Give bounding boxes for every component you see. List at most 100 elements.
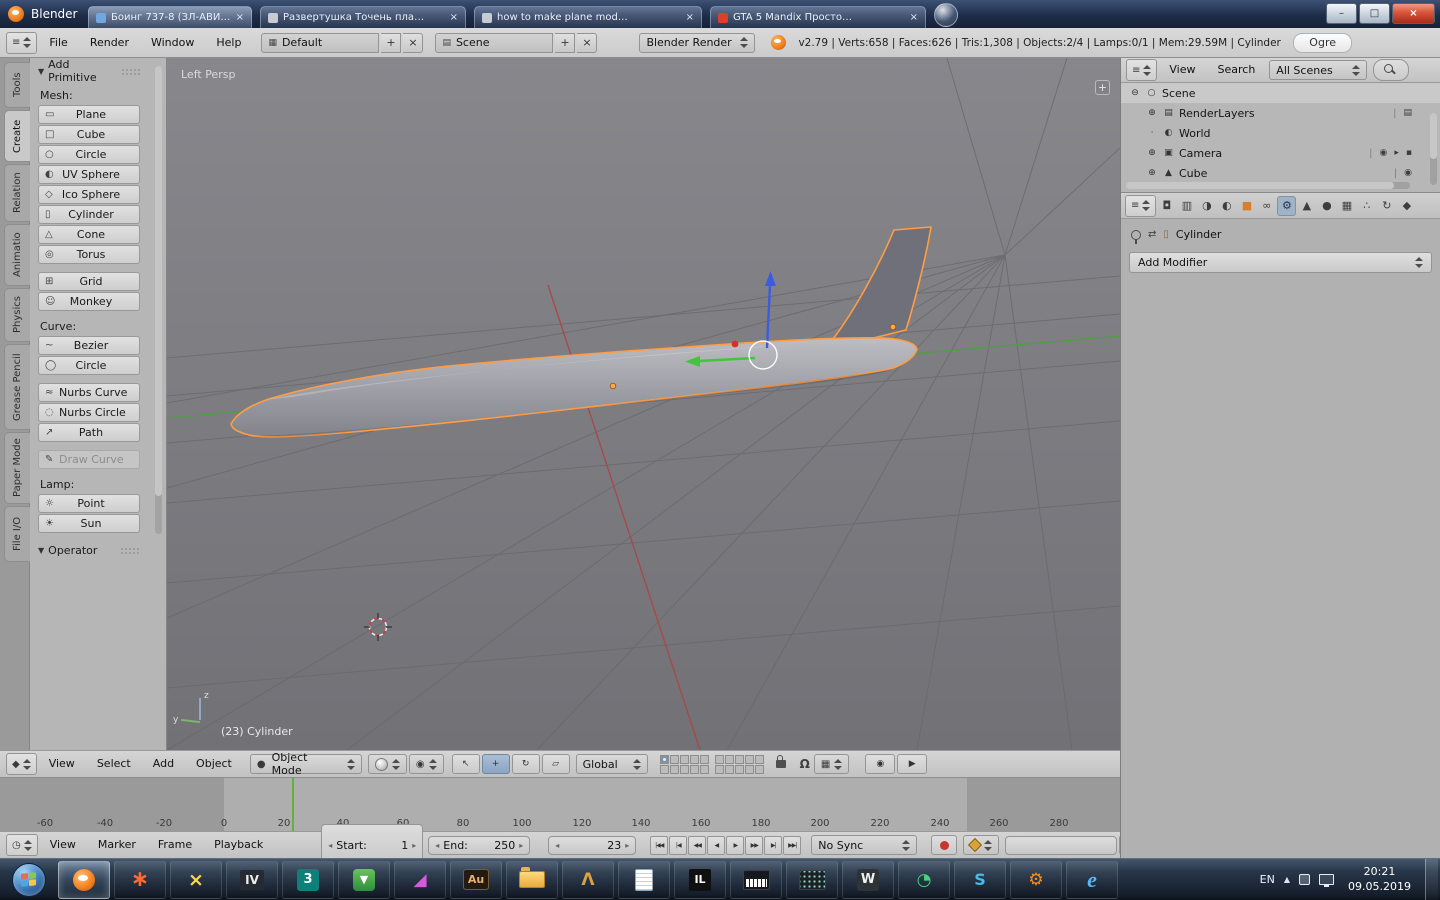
- add-path-button[interactable]: ↗ Path: [38, 423, 140, 442]
- viewport-shading-dropdown[interactable]: [367, 754, 407, 774]
- taskbar-midi-app[interactable]: [730, 860, 782, 899]
- jump-end-button[interactable]: ▶▶|: [783, 835, 802, 855]
- shelf-tab-paper-mode[interactable]: Paper Mode: [4, 432, 30, 504]
- layer-cell[interactable]: [744, 764, 754, 774]
- editor-type-button[interactable]: ≡: [1126, 59, 1158, 81]
- expand-icon[interactable]: ⊕: [1146, 148, 1158, 158]
- add-ico-sphere-button[interactable]: ◇ Ico Sphere: [38, 185, 140, 204]
- tab-particles[interactable]: ∴: [1357, 196, 1376, 216]
- expand-icon[interactable]: ⊕: [1146, 168, 1158, 178]
- taskbar-audition[interactable]: Au: [450, 860, 502, 899]
- shelf-tab-animation[interactable]: Animatio: [4, 224, 30, 286]
- delete-layout-button[interactable]: ×: [403, 32, 424, 53]
- taskbar-notepad[interactable]: [618, 860, 670, 899]
- scale-manipulator-button[interactable]: ▱: [541, 754, 570, 774]
- opengl-render-anim-button[interactable]: ▶: [897, 754, 928, 774]
- shelf-tab-relation[interactable]: Relation: [4, 164, 30, 222]
- add-cone-button[interactable]: △ Cone: [38, 225, 140, 244]
- add-grid-button[interactable]: ⊞ Grid: [38, 272, 140, 291]
- editor-type-button[interactable]: ◆: [6, 753, 37, 775]
- editor-type-button[interactable]: ≡: [1125, 194, 1157, 217]
- search-button[interactable]: [1373, 59, 1410, 81]
- browser-tab[interactable]: GTA 5 Mandix Просто… ×: [710, 6, 926, 28]
- menu-help[interactable]: Help: [206, 30, 251, 56]
- tab-modifiers[interactable]: ⚙: [1277, 195, 1297, 216]
- taskbar-s-app[interactable]: S: [954, 860, 1006, 899]
- sync-dropdown[interactable]: No Sync: [811, 835, 918, 855]
- rotate-manipulator-button[interactable]: ↻: [511, 754, 540, 774]
- add-nurbs-curve-button[interactable]: ≈ Nurbs Curve: [38, 383, 140, 402]
- maximize-button[interactable]: □: [1359, 3, 1390, 24]
- menu-playback[interactable]: Playback: [204, 832, 273, 858]
- add-layout-button[interactable]: +: [381, 32, 402, 53]
- mode-dropdown[interactable]: ● Object Mode: [249, 751, 362, 777]
- tab-render-layers[interactable]: ▥: [1177, 196, 1196, 216]
- menu-marker[interactable]: Marker: [88, 832, 146, 858]
- browser-tab[interactable]: Развертушка Точень пла… ×: [260, 6, 466, 28]
- display-mode-dropdown[interactable]: All Scenes: [1269, 60, 1368, 80]
- editor-type-button[interactable]: ≡: [6, 31, 38, 54]
- current-frame-field[interactable]: ◂ 23 ▸: [548, 835, 637, 855]
- tab-data[interactable]: ▲: [1297, 196, 1316, 216]
- titlebar-round-button[interactable]: [934, 3, 958, 27]
- tab-physics[interactable]: ↻: [1377, 196, 1396, 216]
- layer-cell[interactable]: [734, 764, 744, 774]
- menu-view[interactable]: View: [1159, 57, 1205, 83]
- tab-close-icon[interactable]: ×: [236, 12, 244, 23]
- outliner-row-scene[interactable]: ⊖ ○ Scene: [1121, 83, 1440, 103]
- taskbar-x-app[interactable]: ×: [170, 860, 222, 899]
- prev-frame-button[interactable]: ◀◀: [688, 835, 707, 855]
- render-engine-dropdown[interactable]: Blender Render: [639, 32, 756, 53]
- end-frame-field[interactable]: ◂ End: 250 ▸: [428, 835, 531, 855]
- renderable-icon[interactable]: ▪: [1406, 148, 1412, 158]
- minimize-button[interactable]: –: [1326, 3, 1357, 24]
- play-reverse-button[interactable]: ◀: [707, 835, 726, 855]
- 3d-cursor[interactable]: [364, 613, 392, 641]
- add-nurbs-circle-button[interactable]: ◌ Nurbs Circle: [38, 403, 140, 422]
- collapse-icon[interactable]: ⊖: [1129, 88, 1141, 98]
- opengl-render-button[interactable]: ◉: [865, 754, 896, 774]
- add-curve-circle-button[interactable]: ◯ Circle: [38, 356, 140, 375]
- tab-render[interactable]: ◘: [1157, 196, 1176, 216]
- layer-cell[interactable]: [734, 754, 744, 764]
- pin-icon[interactable]: [1131, 229, 1141, 244]
- show-desktop-button[interactable]: [1425, 858, 1438, 900]
- shelf-tab-tools[interactable]: Tools: [4, 62, 30, 108]
- layer-cell[interactable]: [714, 754, 724, 764]
- outliner-row-world[interactable]: · ◐ World: [1121, 123, 1440, 143]
- layer-cell[interactable]: [669, 754, 679, 764]
- visibility-eye-icon[interactable]: ◉: [1404, 168, 1412, 178]
- menu-view[interactable]: View: [40, 832, 86, 858]
- taskbar-3ds-max[interactable]: 3: [282, 860, 334, 899]
- expand-icon[interactable]: ⊕: [1146, 108, 1158, 118]
- taskbar-explorer[interactable]: [506, 860, 558, 899]
- shelf-tab-file-io[interactable]: File I/O: [4, 506, 30, 562]
- clock[interactable]: 20:21 09.05.2019: [1343, 865, 1416, 894]
- layer-cell[interactable]: [724, 764, 734, 774]
- play-button[interactable]: ▶: [726, 835, 745, 855]
- editor-type-button[interactable]: ◷: [6, 834, 38, 856]
- selectable-icon[interactable]: ▸: [1394, 148, 1399, 158]
- outliner-vscrollbar[interactable]: [1430, 113, 1437, 185]
- layer-cell[interactable]: [669, 764, 679, 774]
- visibility-eye-icon[interactable]: ◉: [1380, 148, 1388, 158]
- action-center-icon[interactable]: [1299, 874, 1311, 885]
- add-sun-lamp-button[interactable]: ☀ Sun: [38, 514, 140, 533]
- menu-object[interactable]: Object: [186, 751, 242, 777]
- add-torus-button[interactable]: ◎ Torus: [38, 245, 140, 264]
- taskbar-drum-app[interactable]: [786, 860, 838, 899]
- tab-constraints[interactable]: ∞: [1257, 196, 1276, 216]
- menu-frame[interactable]: Frame: [148, 832, 202, 858]
- translate-manipulator-button[interactable]: +: [481, 754, 510, 774]
- layer-cell[interactable]: [714, 764, 724, 774]
- prev-keyframe-button[interactable]: |◀: [669, 835, 688, 855]
- taskbar-settings-app[interactable]: ⚙: [1010, 860, 1062, 899]
- add-scene-button[interactable]: +: [555, 32, 576, 53]
- taskbar-idm[interactable]: ▼: [338, 860, 390, 899]
- tab-world[interactable]: ◐: [1217, 196, 1236, 216]
- menu-file[interactable]: File: [39, 30, 77, 56]
- add-plane-button[interactable]: ▭ Plane: [38, 105, 140, 124]
- layer-cell[interactable]: [689, 754, 699, 764]
- timeline-ruler[interactable]: -60 -40 -20 0 20 40 60 80 100 120 140 16…: [0, 777, 1120, 832]
- taskbar-gauge-app[interactable]: ◔: [898, 860, 950, 899]
